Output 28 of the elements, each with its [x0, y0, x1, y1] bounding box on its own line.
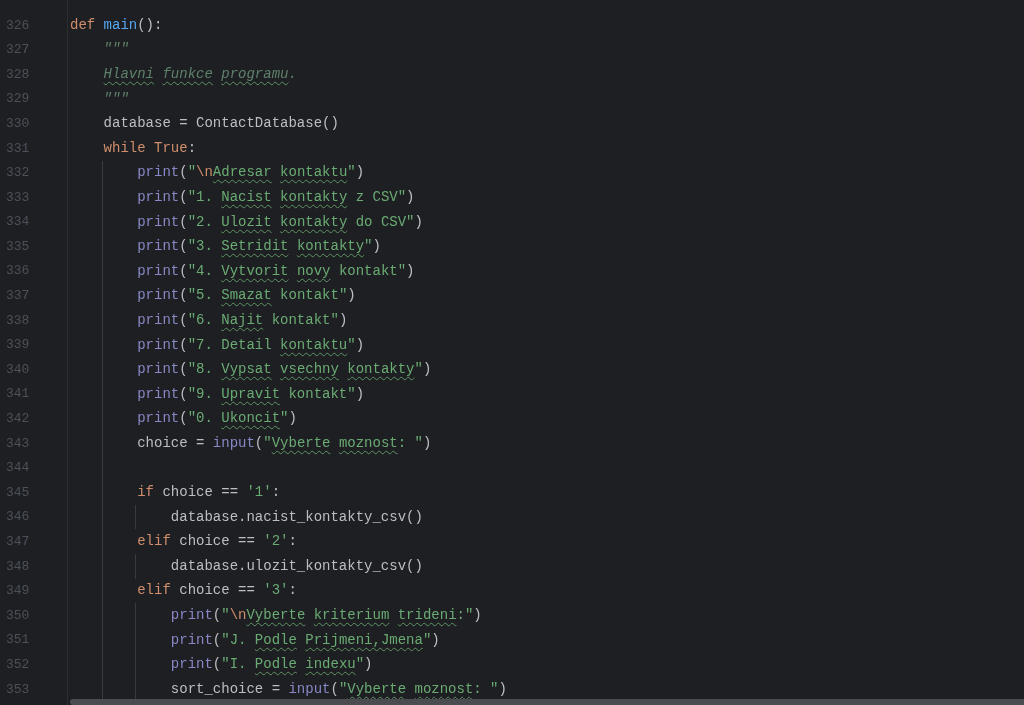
code-line: database.nacist_kontakty_csv(): [170, 507, 423, 527]
code-line: elif choice == '2':: [137, 532, 297, 552]
code-line: """: [103, 40, 129, 60]
code-line: while True:: [103, 138, 197, 158]
code-line: print("J. Podle Prijmeni,Jmena"): [170, 630, 440, 650]
code-line: print("9. Upravit kontakt"): [137, 384, 365, 404]
code-line: def main():: [70, 15, 163, 35]
code-line: print("5. Smazat kontakt"): [137, 286, 356, 306]
code-line: print("2. Ulozit kontakty do CSV"): [137, 212, 423, 232]
code-line: print("\nAdresar kontaktu"): [137, 163, 365, 183]
code-line: print("I. Podle indexu"): [170, 655, 373, 675]
code-line: database.ulozit_kontakty_csv(): [170, 556, 423, 576]
code-line: print("\nVyberte kriterium trideni:"): [170, 606, 482, 626]
code-line: print("3. Setridit kontakty"): [137, 237, 381, 257]
code-line: print("8. Vypsat vsechny kontakty"): [137, 360, 432, 380]
code-line: print("1. Nacist kontakty z CSV"): [137, 187, 415, 207]
code-line: elif choice == '3':: [137, 581, 297, 601]
code-line: print("7. Detail kontaktu"): [137, 335, 365, 355]
code-line: print("6. Najit kontakt"): [137, 310, 348, 330]
code-line: """: [103, 89, 129, 109]
horizontal-scrollbar[interactable]: [70, 699, 1024, 705]
code-line: database = ContactDatabase(): [103, 114, 339, 134]
code-line: Hlavni funkce programu.: [103, 65, 297, 84]
code-line: print("4. Vytvorit novy kontakt"): [137, 261, 415, 281]
code-line: sort_choice = input("Vyberte moznost: "): [170, 679, 507, 699]
code-line: print("0. Ukoncit"): [137, 409, 297, 429]
code-line: choice = input("Vyberte moznost: "): [137, 433, 432, 453]
code-line: if choice == '1':: [137, 483, 281, 503]
